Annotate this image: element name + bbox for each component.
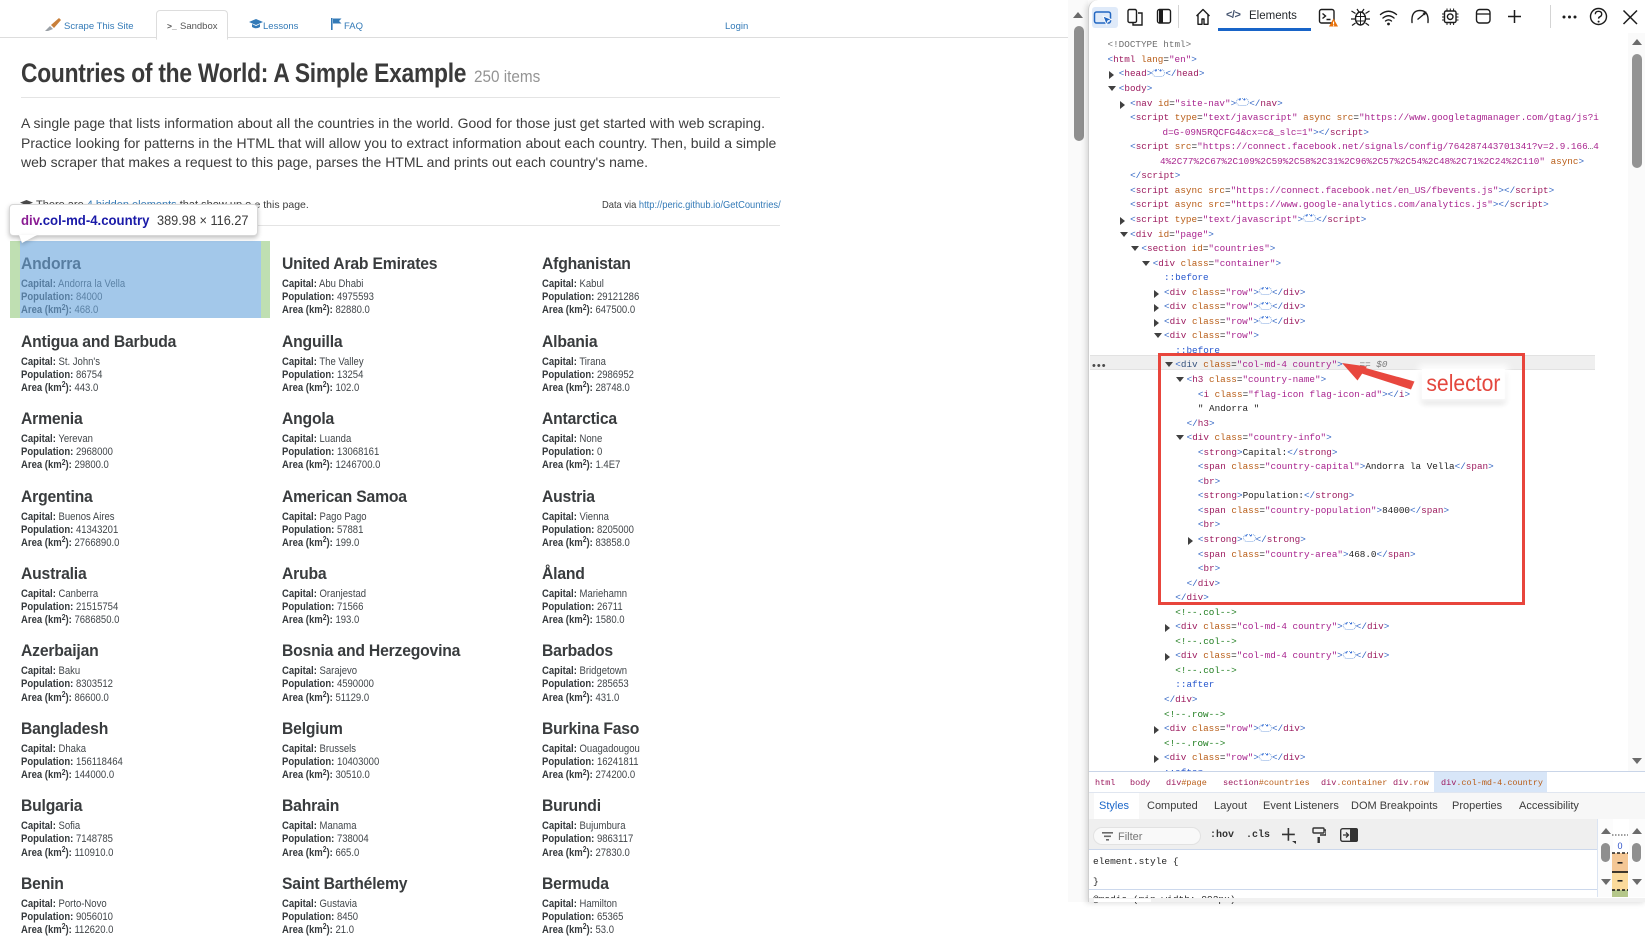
svg-text:0: 0	[1617, 841, 1622, 851]
